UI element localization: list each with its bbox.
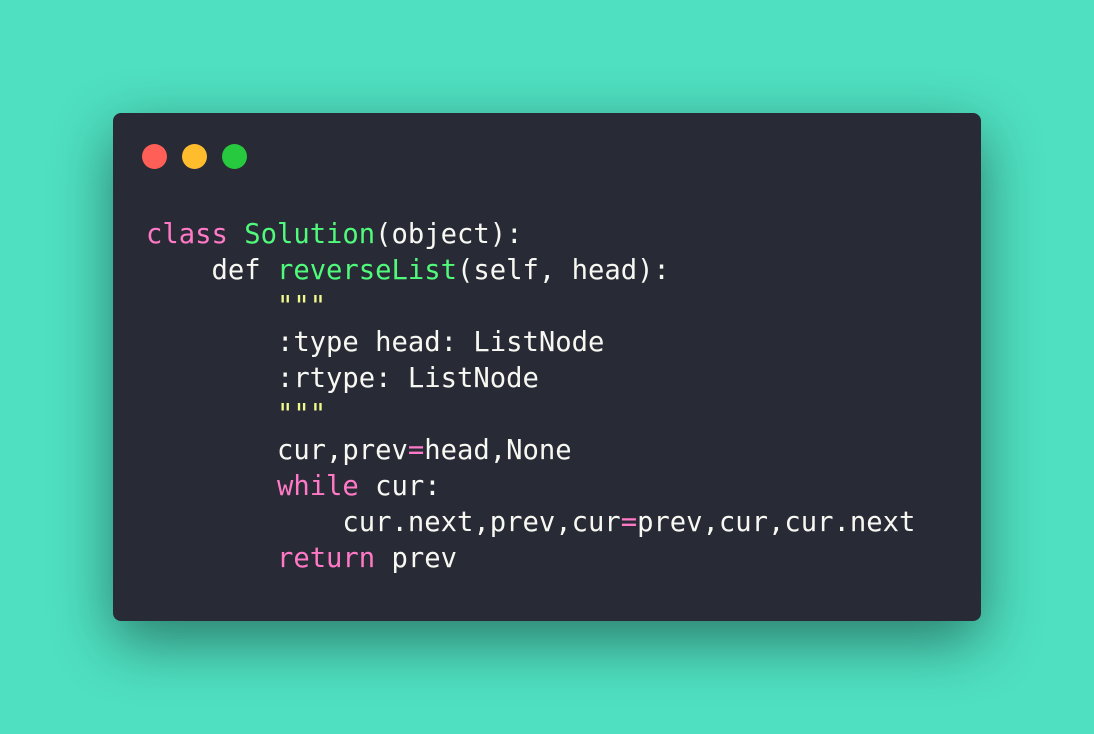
code-line: :type head: ListNode: [146, 325, 915, 361]
code-token-kw: =: [407, 435, 425, 466]
code-token-plain: prev,cur,cur.next: [637, 507, 916, 538]
code-line: :rtype: ListNode: [146, 361, 915, 397]
code-token-fn: Solution: [244, 219, 376, 250]
code-token-plain: (self, head):: [457, 255, 670, 286]
code-token-plain: cur:: [358, 471, 441, 502]
code-line: while cur:: [146, 469, 915, 505]
code-token-str: """: [276, 291, 327, 322]
code-token-plain: :rtype: ListNode: [146, 363, 539, 394]
minimize-button[interactable]: [182, 144, 207, 169]
code-token-kw: while: [276, 471, 359, 502]
code-token-plain: cur,prev: [146, 435, 408, 466]
code-token-plain: :type head: ListNode: [146, 327, 605, 358]
code-line: cur.next,prev,cur=prev,cur,cur.next: [146, 505, 915, 541]
code-token-plain: head,None: [424, 435, 572, 466]
code-line: class Solution(object):: [146, 217, 915, 253]
code-token-fn: reverseList: [276, 255, 458, 286]
code-token-plain: def: [146, 255, 277, 286]
close-button[interactable]: [142, 144, 167, 169]
code-window: class Solution(object): def reverseList(…: [113, 113, 981, 621]
code-line: return prev: [146, 541, 915, 577]
code-line: """: [146, 397, 915, 433]
code-line: cur,prev=head,None: [146, 433, 915, 469]
code-token-plain: (object):: [375, 219, 523, 250]
code-token-plain: prev: [375, 543, 458, 574]
code-token-kw: return: [276, 543, 376, 574]
maximize-button[interactable]: [222, 144, 247, 169]
window-controls: [142, 144, 262, 169]
code-token-kw: class: [146, 219, 228, 250]
code-token-kw: =: [620, 507, 638, 538]
code-line: def reverseList(self, head):: [146, 253, 915, 289]
code-token-str: """: [276, 399, 327, 430]
code-token-plain: cur.next,prev,cur: [146, 507, 621, 538]
code-block: class Solution(object): def reverseList(…: [146, 217, 915, 577]
code-line: """: [146, 289, 915, 325]
